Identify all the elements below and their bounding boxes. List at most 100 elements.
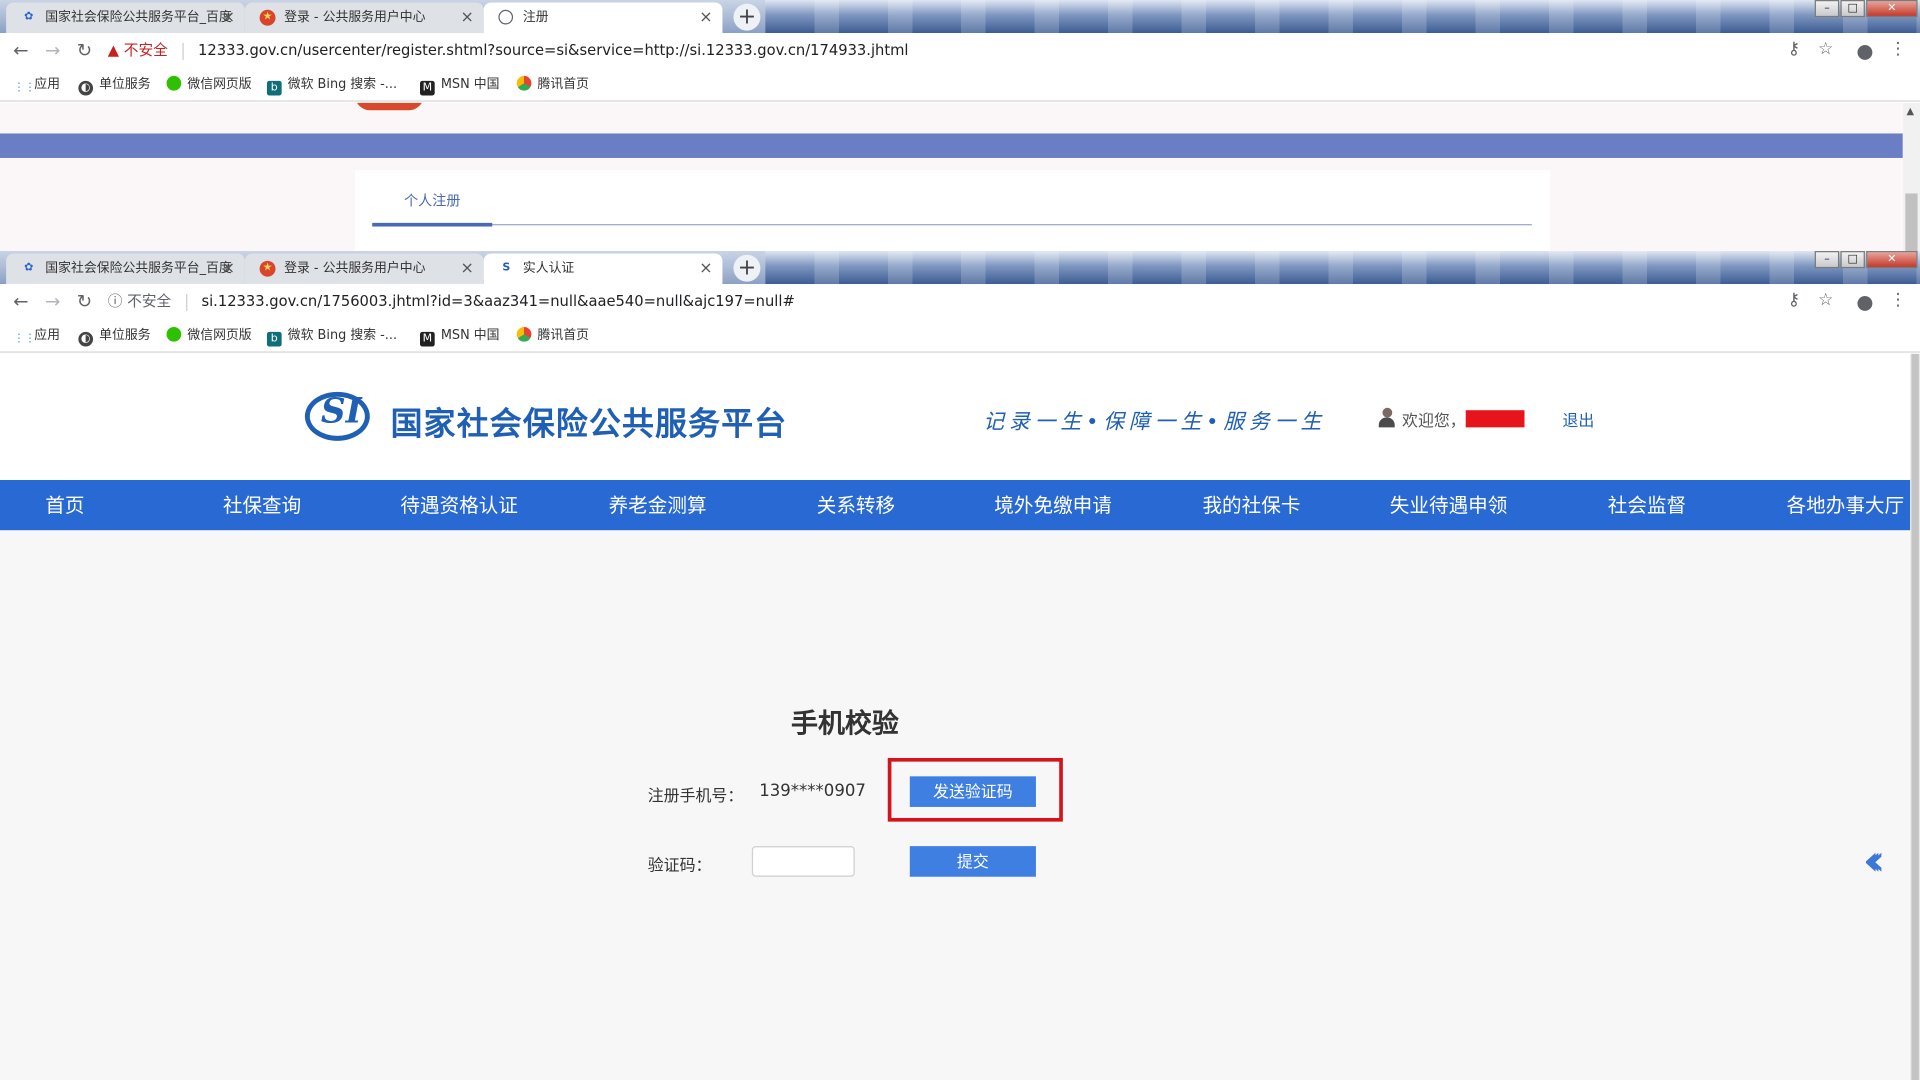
key-icon[interactable]: ⚷ <box>1783 290 1805 310</box>
nav-pension-calculator[interactable]: 养老金测算 <box>609 480 707 530</box>
emblem-icon: ★ <box>259 9 276 26</box>
minimize-button[interactable]: – <box>1814 251 1840 269</box>
close-tab-icon[interactable]: × <box>699 253 712 284</box>
forward-icon[interactable]: → <box>42 290 64 312</box>
tab-title: 国家社会保险公共服务平台_百度 <box>45 260 232 276</box>
verification-page: SI 国家社会保险公共服务平台 记录一生•保障一生•服务一生 欢迎您， 退出 首… <box>0 353 1911 1080</box>
nav-benefit-qualification[interactable]: 待遇资格认证 <box>400 480 518 530</box>
phone-value: 139****0907 <box>759 781 866 801</box>
maximize-button[interactable]: □ <box>1840 0 1865 18</box>
tab-baidu[interactable]: ✿ 国家社会保险公共服务平台_百度 × <box>6 2 245 34</box>
redacted-username <box>1465 410 1525 428</box>
tab-title: 国家社会保险公共服务平台_百度 <box>45 9 232 25</box>
bookmark-bing[interactable]: b 微软 Bing 搜索 -... <box>266 327 398 347</box>
new-tab-button[interactable]: + <box>733 254 761 282</box>
omnibox[interactable]: ▲ 不安全 12333.gov.cn/usercenter/register.s… <box>108 37 1835 65</box>
close-tab-icon[interactable]: × <box>461 253 474 284</box>
close-tab-icon[interactable]: × <box>222 253 235 284</box>
bookmarks-bar-bottom: ⋮⋮应用 ◐ 单位服务 微信网页版 b 微软 Bing 搜索 -... M MSN 中… <box>0 319 1920 353</box>
scrollbar-top[interactable]: ▲ <box>1902 102 1920 253</box>
bookmark-label: 应用 <box>34 77 61 92</box>
tab-strip-top: ✿ 国家社会保险公共服务平台_百度 × ★ 登录 - 公共服务用户中心 × 注册… <box>0 0 1920 34</box>
nav-social-security-query[interactable]: 社保查询 <box>223 480 301 530</box>
back-icon[interactable]: ← <box>10 39 32 61</box>
reload-icon[interactable]: ↻ <box>73 290 95 312</box>
close-window-button[interactable]: ✕ <box>1866 251 1918 269</box>
close-tab-icon[interactable]: × <box>222 2 235 33</box>
bookmark-apps[interactable]: ⋮⋮应用 <box>13 76 60 96</box>
register-card <box>355 170 1551 253</box>
nav-local-service-halls[interactable]: 各地办事大厅 <box>1787 480 1905 530</box>
bookmark-wechat[interactable]: 微信网页版 <box>166 75 252 93</box>
menu-icon[interactable]: ⋮ <box>1887 290 1909 310</box>
address-bar-bottom: ← → ↻ ⓘ 不安全 si.12333.gov.cn/1756003.jhtm… <box>0 284 1920 320</box>
omnibox-divider <box>185 293 187 311</box>
scrollbar-thumb[interactable] <box>1905 193 1918 253</box>
bookmarks-bar-top: ⋮⋮应用 ◐ 单位服务 微信网页版 b 微软 Bing 搜索 -... M MSN 中… <box>0 68 1920 102</box>
nav-home[interactable]: 首页 <box>45 480 84 530</box>
profile-icon[interactable]: ● <box>1854 290 1876 313</box>
close-tab-icon[interactable]: × <box>461 2 474 33</box>
bookmark-bing[interactable]: b 微软 Bing 搜索 -... <box>266 76 397 96</box>
nav-overseas-exemption[interactable]: 境外免缴申请 <box>994 480 1112 530</box>
register-page: 个人注册 <box>0 102 1903 253</box>
bookmark-label: 微软 Bing 搜索 -... <box>287 328 398 343</box>
bookmark-label: 单位服务 <box>99 328 151 343</box>
bookmark-qq[interactable]: 腾讯首页 <box>516 326 589 344</box>
security-label: 不安全 <box>123 41 168 59</box>
forward-icon[interactable]: → <box>42 39 64 61</box>
bookmark-qq[interactable]: 腾讯首页 <box>516 75 589 93</box>
bookmark-unit[interactable]: ◐ 单位服务 <box>78 327 151 347</box>
si-logo-text: SI <box>320 390 362 432</box>
bookmark-apps[interactable]: ⋮⋮应用 <box>13 327 60 347</box>
new-tab-button[interactable]: + <box>733 3 761 31</box>
tab-register[interactable]: 注册 × <box>483 2 723 34</box>
maximize-button[interactable]: □ <box>1840 251 1865 269</box>
minimize-button[interactable]: – <box>1814 0 1840 18</box>
scroll-up-arrow[interactable]: ▲ <box>1907 105 1915 116</box>
nav-my-ss-card[interactable]: 我的社保卡 <box>1202 480 1300 530</box>
bookmark-msn[interactable]: M MSN 中国 <box>420 327 500 347</box>
tab-personal-register[interactable]: 个人注册 <box>404 191 460 211</box>
code-label: 验证码： <box>647 857 712 876</box>
close-tab-icon[interactable]: × <box>699 2 712 33</box>
tab-login[interactable]: ★ 登录 - 公共服务用户中心 × <box>244 253 484 285</box>
nav-unemployment-claim[interactable]: 失业待遇申领 <box>1390 480 1508 530</box>
tab-real-person-auth[interactable]: S 实人认证 × <box>483 253 723 285</box>
bookmark-label: MSN 中国 <box>440 77 500 92</box>
nav-social-supervision[interactable]: 社会监督 <box>1608 480 1686 530</box>
titlebar-decoration <box>765 251 1920 285</box>
star-icon[interactable]: ☆ <box>1815 39 1837 59</box>
scrollbar-bottom[interactable] <box>1910 353 1920 1080</box>
menu-icon[interactable]: ⋮ <box>1887 39 1909 59</box>
profile-icon[interactable]: ● <box>1854 39 1876 62</box>
star-icon[interactable]: ☆ <box>1815 290 1837 310</box>
tab-login[interactable]: ★ 登录 - 公共服务用户中心 × <box>244 2 484 34</box>
paw-icon: ✿ <box>24 11 34 24</box>
bookmark-msn[interactable]: M MSN 中国 <box>420 76 500 96</box>
tab-active-indicator <box>372 222 493 227</box>
close-window-button[interactable]: ✕ <box>1866 0 1918 18</box>
bookmark-unit[interactable]: ◐ 单位服务 <box>78 76 151 96</box>
site-title[interactable]: 国家社会保险公共服务平台 <box>391 399 788 444</box>
omnibox[interactable]: ⓘ 不安全 si.12333.gov.cn/1756003.jhtml?id=3… <box>108 288 1835 316</box>
tab-baidu[interactable]: ✿ 国家社会保险公共服务平台_百度 × <box>6 253 245 285</box>
bookmark-label: 腾讯首页 <box>537 77 589 92</box>
warning-icon: ▲ <box>107 41 120 59</box>
scrollbar-thumb[interactable] <box>1911 353 1919 1080</box>
back-icon[interactable]: ← <box>10 290 32 312</box>
highlight-box <box>887 757 1063 822</box>
key-icon[interactable]: ⚷ <box>1783 39 1805 59</box>
bing-icon: b <box>266 331 282 347</box>
code-input[interactable] <box>751 846 855 877</box>
security-label: 不安全 <box>127 292 172 310</box>
msn-icon: M <box>420 331 435 347</box>
bookmark-wechat[interactable]: 微信网页版 <box>166 326 252 344</box>
msn-icon: M <box>420 80 435 96</box>
paw-icon: ✿ <box>24 262 34 275</box>
submit-button[interactable]: 提交 <box>909 846 1036 877</box>
logout-link[interactable]: 退出 <box>1562 408 1594 431</box>
main-nav: 首页 社保查询 待遇资格认证 养老金测算 关系转移 境外免缴申请 我的社保卡 失… <box>0 480 1911 531</box>
reload-icon[interactable]: ↻ <box>73 39 95 61</box>
nav-relationship-transfer[interactable]: 关系转移 <box>817 480 895 530</box>
